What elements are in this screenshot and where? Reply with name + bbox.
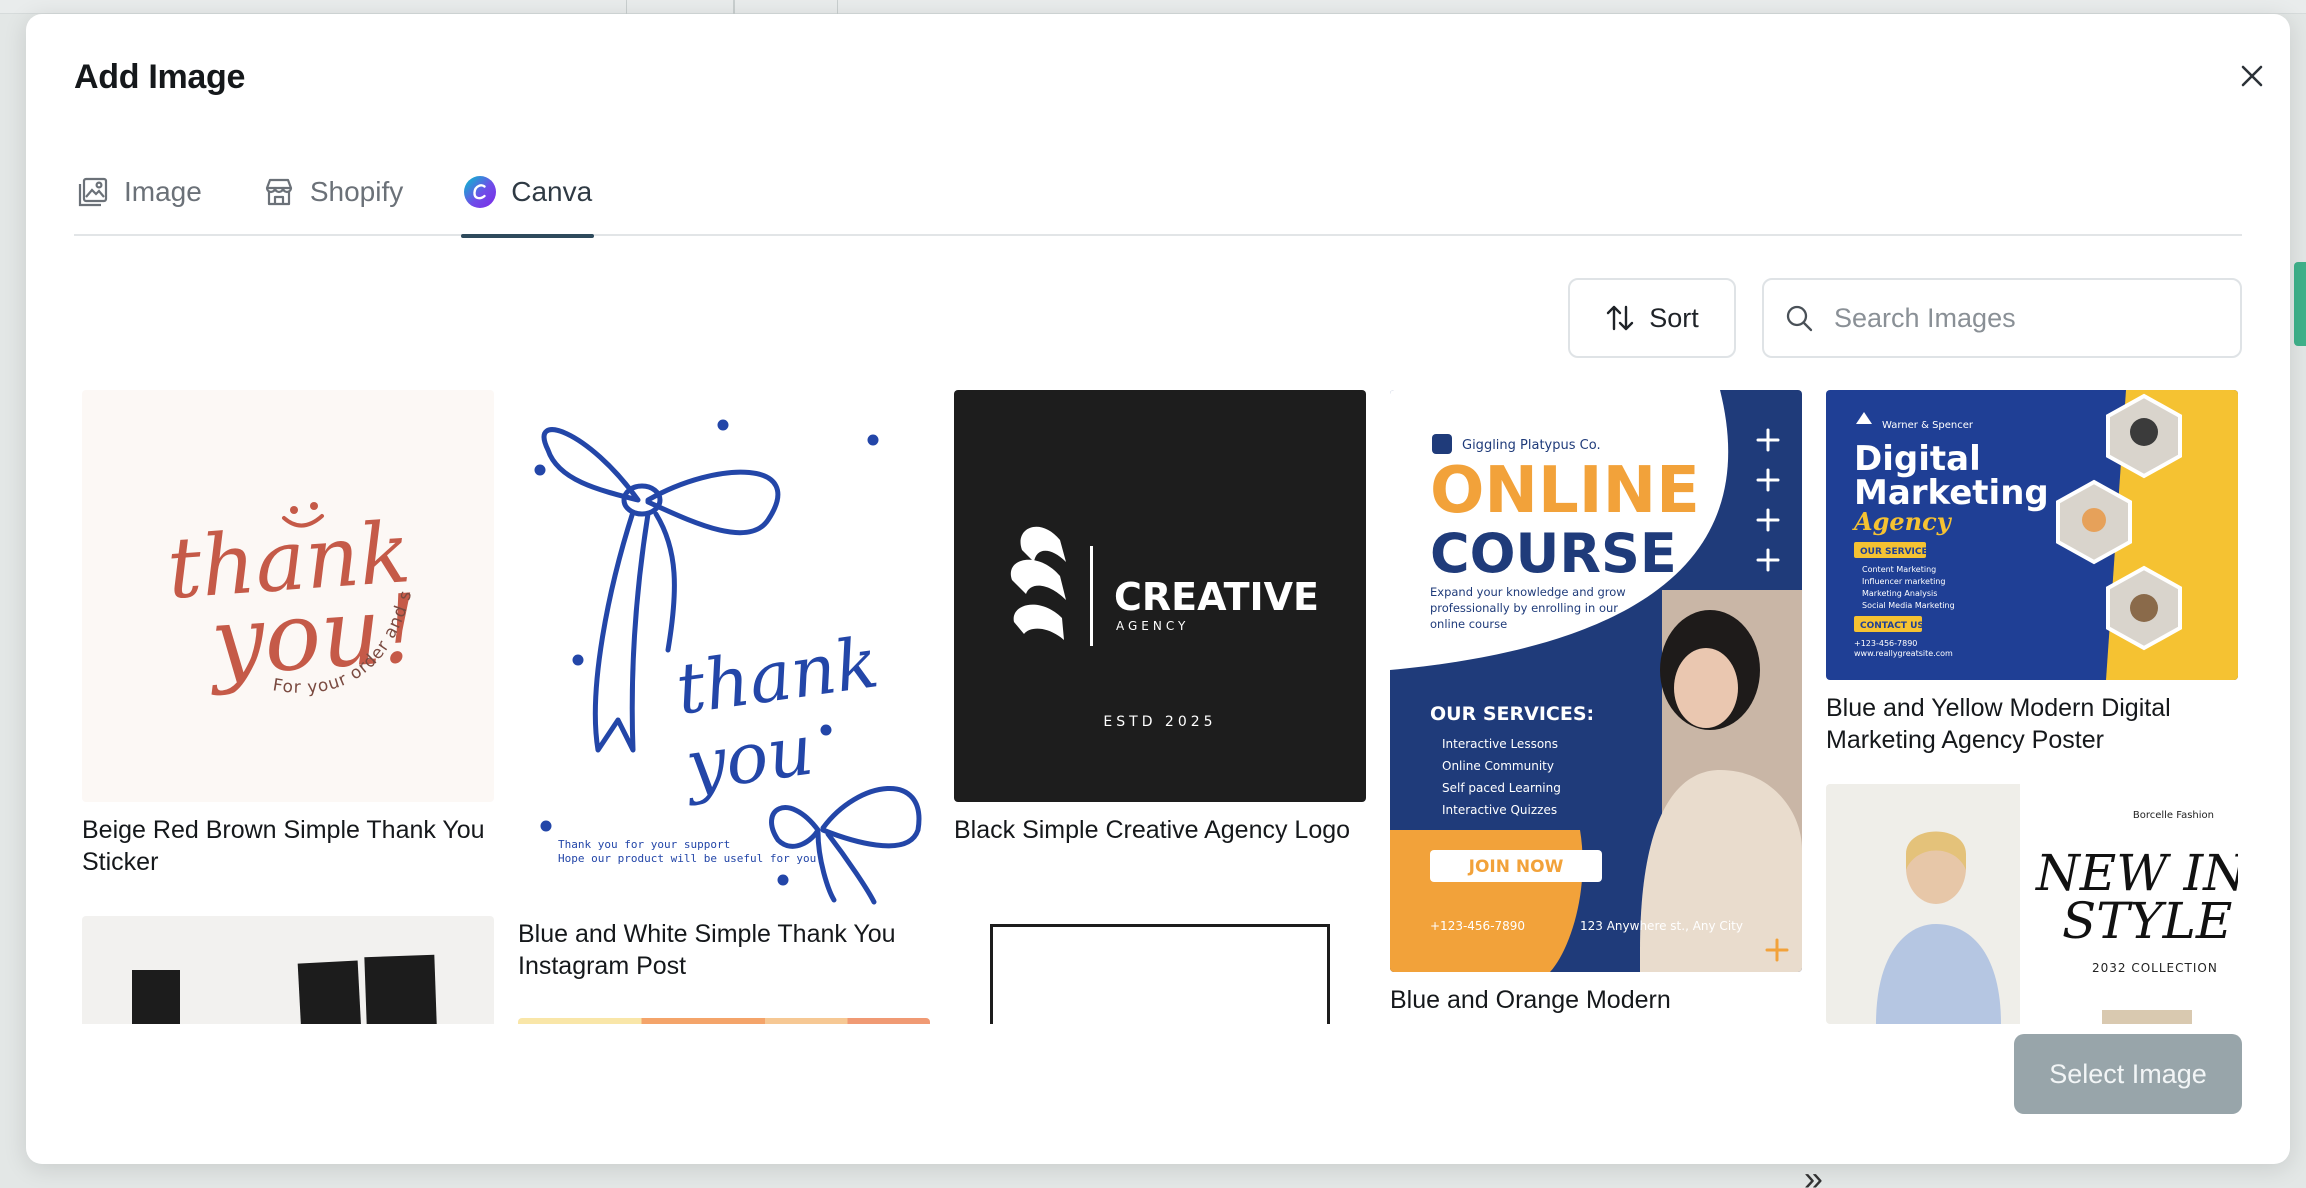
art-phone-text: +123-456-7890 [1430, 919, 1525, 933]
image-thumbnail [518, 1018, 930, 1024]
image-card-blue-orange-online-course[interactable]: Giggling Platypus Co. ONLINE COURSE Expa… [1390, 390, 1802, 1016]
image-thumbnail: thank you! For your order and support [82, 390, 494, 802]
art-web-text: www.reallygreatsite.com [1854, 649, 1953, 658]
background-side-tab [2294, 262, 2306, 346]
background-tool-desktop [626, 0, 734, 14]
select-image-button[interactable]: Select Image [2014, 1034, 2242, 1114]
close-button[interactable] [2234, 58, 2270, 94]
image-card-beige-thank-you[interactable]: thank you! For your order and support Be… [82, 390, 494, 878]
art-course-text: COURSE [1430, 522, 1677, 585]
image-card-blue-white-thank-you[interactable]: thank you Thank you for your support Hop… [518, 390, 930, 982]
image-card-blue-yellow-digital-marketing[interactable]: Warner & Spencer Digital Marketing Agenc… [1826, 390, 2238, 756]
image-gallery-icon [76, 175, 110, 209]
art-service-3: Marketing Analysis [1862, 589, 1937, 598]
background-tool-mobile [734, 0, 838, 14]
image-card-black-creative-agency[interactable]: CREATIVE AGENCY ESTD 2025 Black Simple C… [954, 390, 1366, 846]
tab-shopify[interactable]: Shopify [260, 148, 405, 236]
art-small-text-1: Thank you for your support [558, 838, 730, 851]
image-thumbnail [82, 916, 494, 1024]
image-thumbnail [954, 906, 1366, 1024]
art-contact-badge: CONTACT US [1860, 621, 1924, 631]
art-estd-text: ESTD 2025 [1103, 714, 1216, 730]
sort-label: Sort [1649, 302, 1699, 333]
image-title: Blue and White Simple Thank You Instagra… [518, 920, 896, 980]
image-thumbnail: Warner & Spencer Digital Marketing Agenc… [1826, 390, 2238, 680]
image-title: Blue and Yellow Modern Digital Marketing… [1826, 694, 2171, 754]
store-icon [262, 175, 296, 209]
tab-label: Canva [511, 176, 593, 207]
art-address-text: 123 Anywhere st., Any City [1580, 919, 1743, 933]
image-title: Beige Red Brown Simple Thank You Sticker [82, 816, 485, 876]
double-chevron-right-icon: » [1804, 1160, 1823, 1188]
art-desc-text: Expand your knowledge and grow professio… [1430, 585, 1626, 631]
art-service-badge: OUR SERVICE [1860, 547, 1928, 557]
art-brand-text: Borcelle Fashion [2133, 810, 2214, 821]
image-thumbnail: CREATIVE AGENCY ESTD 2025 [954, 390, 1366, 802]
image-thumbnail: Giggling Platypus Co. ONLINE COURSE Expa… [1390, 390, 1802, 972]
art-service-2: Online Community [1442, 759, 1554, 773]
image-card-new-in-style[interactable]: Borcelle Fashion NEW IN STYLE 2032 COLLE… [1826, 784, 2238, 1024]
modal-title: Add Image [74, 58, 246, 96]
search-icon [1786, 305, 1813, 332]
art-brand-text: CREATIVE [1114, 575, 1319, 619]
art-agency-text: Agency [1852, 507, 1953, 536]
canva-logo-icon [463, 175, 497, 209]
art-cta-text: JOIN NOW [1468, 857, 1564, 877]
tab-image[interactable]: Image [74, 148, 204, 236]
image-title: Black Simple Creative Agency Logo [954, 816, 1351, 844]
art-service-4: Social Media Marketing [1862, 601, 1955, 610]
image-card-partial[interactable] [82, 916, 494, 1024]
art-company-text: Giggling Platypus Co. [1462, 438, 1601, 453]
art-small-text-2: Hope our product will be useful for you. [558, 852, 823, 865]
tab-label: Shopify [309, 176, 404, 207]
image-card-partial[interactable] [518, 1018, 930, 1024]
background-toolbar [0, 0, 2306, 14]
tab-canva[interactable]: Canva [461, 148, 595, 238]
tab-label: Image [124, 176, 202, 207]
close-icon [2241, 65, 2263, 87]
art-service-1: Interactive Lessons [1442, 737, 1558, 751]
art-service-3: Self paced Learning [1442, 781, 1561, 795]
art-brand-text: Warner & Spencer [1882, 420, 1974, 431]
art-collection-text: 2032 COLLECTION [2092, 961, 2218, 975]
sort-button[interactable]: Sort [1568, 278, 1736, 358]
art-you-text: you [678, 708, 818, 807]
art-service-2: Influencer marketing [1862, 577, 1945, 586]
art-style-text: STYLE [2062, 892, 2232, 950]
source-tabs: Image Shopify Canva [74, 148, 2242, 238]
art-online-text: ONLINE [1430, 454, 1700, 528]
image-title: Blue and Orange Modern [1390, 986, 1671, 1014]
art-service-1: Content Marketing [1862, 565, 1936, 574]
image-grid: thank you! For your order and support Be… [82, 390, 2242, 1024]
search-box [1762, 278, 2242, 358]
sort-arrows-icon [1607, 305, 1634, 331]
art-phone-text: +123-456-7890 [1854, 639, 1917, 648]
search-input[interactable] [1834, 302, 2234, 334]
add-image-modal: Add Image Image Shopify Canva Sort Searc… [26, 14, 2290, 1164]
image-thumbnail: Borcelle Fashion NEW IN STYLE 2032 COLLE… [1826, 784, 2238, 1024]
art-services-title: OUR SERVICES: [1430, 703, 1594, 725]
art-sub-text: AGENCY [1116, 619, 1189, 633]
art-service-4: Interactive Quizzes [1442, 803, 1557, 817]
image-thumbnail: thank you Thank you for your support Hop… [518, 390, 930, 906]
image-card-partial[interactable] [954, 906, 1366, 1024]
